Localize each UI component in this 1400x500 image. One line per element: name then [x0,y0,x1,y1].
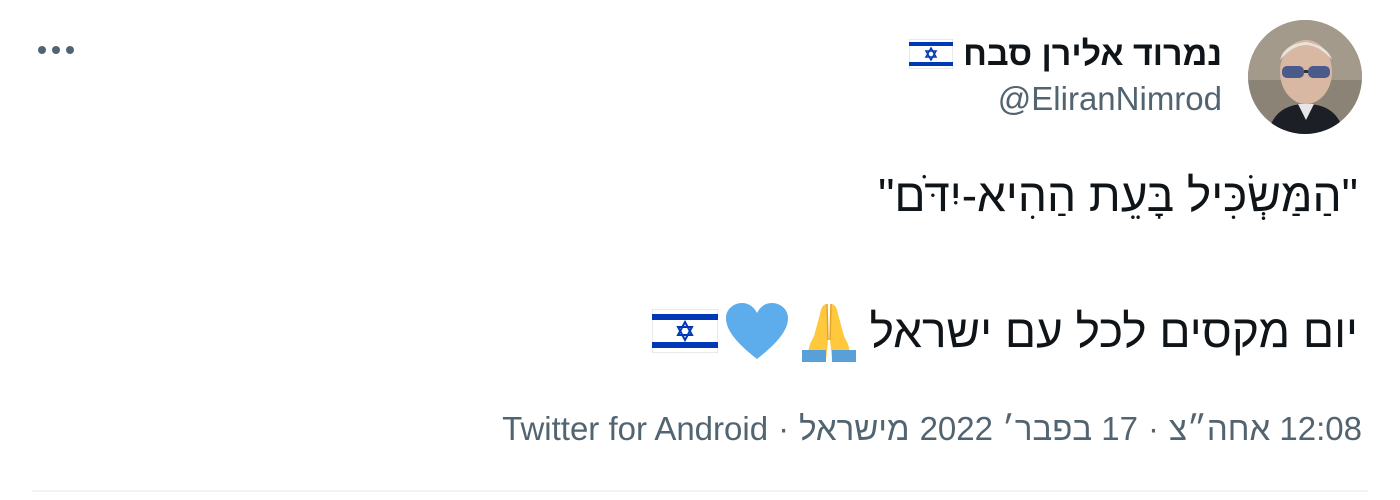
more-options-icon [38,46,74,54]
folded-hands-icon [801,303,856,362]
emoji-group [651,300,862,362]
tweet-text-line2-text: יום מקסים לכל עם ישראל [869,305,1358,357]
meta-separator: · [778,410,790,447]
avatar[interactable] [1248,20,1362,134]
author-handle[interactable]: @EliranNimrod [998,80,1222,118]
more-options-button[interactable] [32,30,80,70]
meta-separator: · [1147,410,1159,447]
israel-flag-icon [909,39,954,69]
tweet-text-line2: יום מקסים לכל עם ישראל [651,300,1358,362]
author-name-link[interactable]: נמרוד אלירן סבח [909,30,1222,78]
display-name: נמרוד אלירן סבח [963,34,1222,73]
tweet-location: מישראל [799,410,910,447]
israel-flag-icon [651,309,718,353]
tweet-meta: 12:08 אחה״צ · 17 בפבר׳ 2022 מישראל · Twi… [502,410,1362,448]
tweet-card: נמרוד אלירן סבח @EliranNimrod "הַמַּשְׂכ… [0,0,1400,500]
tweet-source[interactable]: Twitter for Android [502,410,768,448]
tweet-text-line1: "הַמַּשְׂכִּיל בָּעֵת הַהִיא-יִדֹּם" [878,169,1358,221]
tweet-date[interactable]: 17 בפבר׳ 2022 [920,410,1138,448]
blue-heart-icon [725,303,788,359]
tweet-time[interactable]: 12:08 אחה״צ [1169,410,1362,448]
divider [32,490,1368,492]
